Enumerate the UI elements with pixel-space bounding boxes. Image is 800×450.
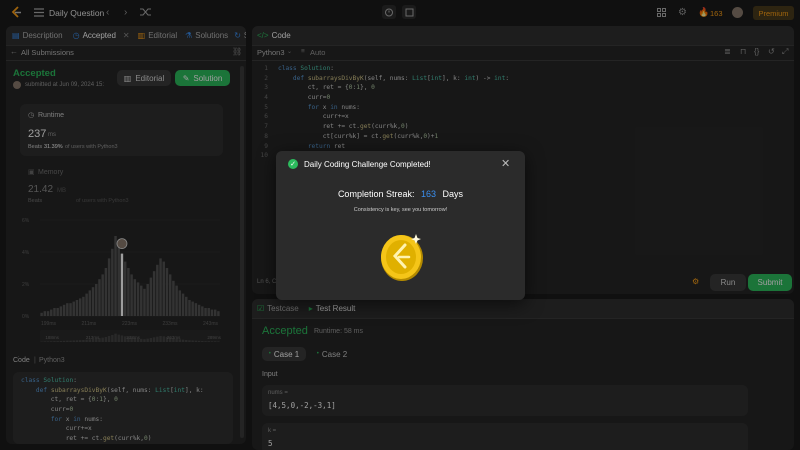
streak-line: Completion Streak: 163 Days xyxy=(276,189,525,199)
modal-title: Daily Coding Challenge Completed! xyxy=(304,160,431,169)
check-circle-icon: ✓ xyxy=(288,159,298,169)
close-icon[interactable]: ✕ xyxy=(501,157,510,170)
coin-icon xyxy=(381,234,423,281)
streak-label: Completion Streak: xyxy=(337,189,415,199)
modal-message: Consistency is key, see you tomorrow! xyxy=(353,207,448,213)
streak-value: 163 xyxy=(421,189,437,199)
streak-unit: Days xyxy=(442,189,464,199)
challenge-completed-modal: ✓ Daily Coding Challenge Completed! ✕ Co… xyxy=(276,151,525,300)
